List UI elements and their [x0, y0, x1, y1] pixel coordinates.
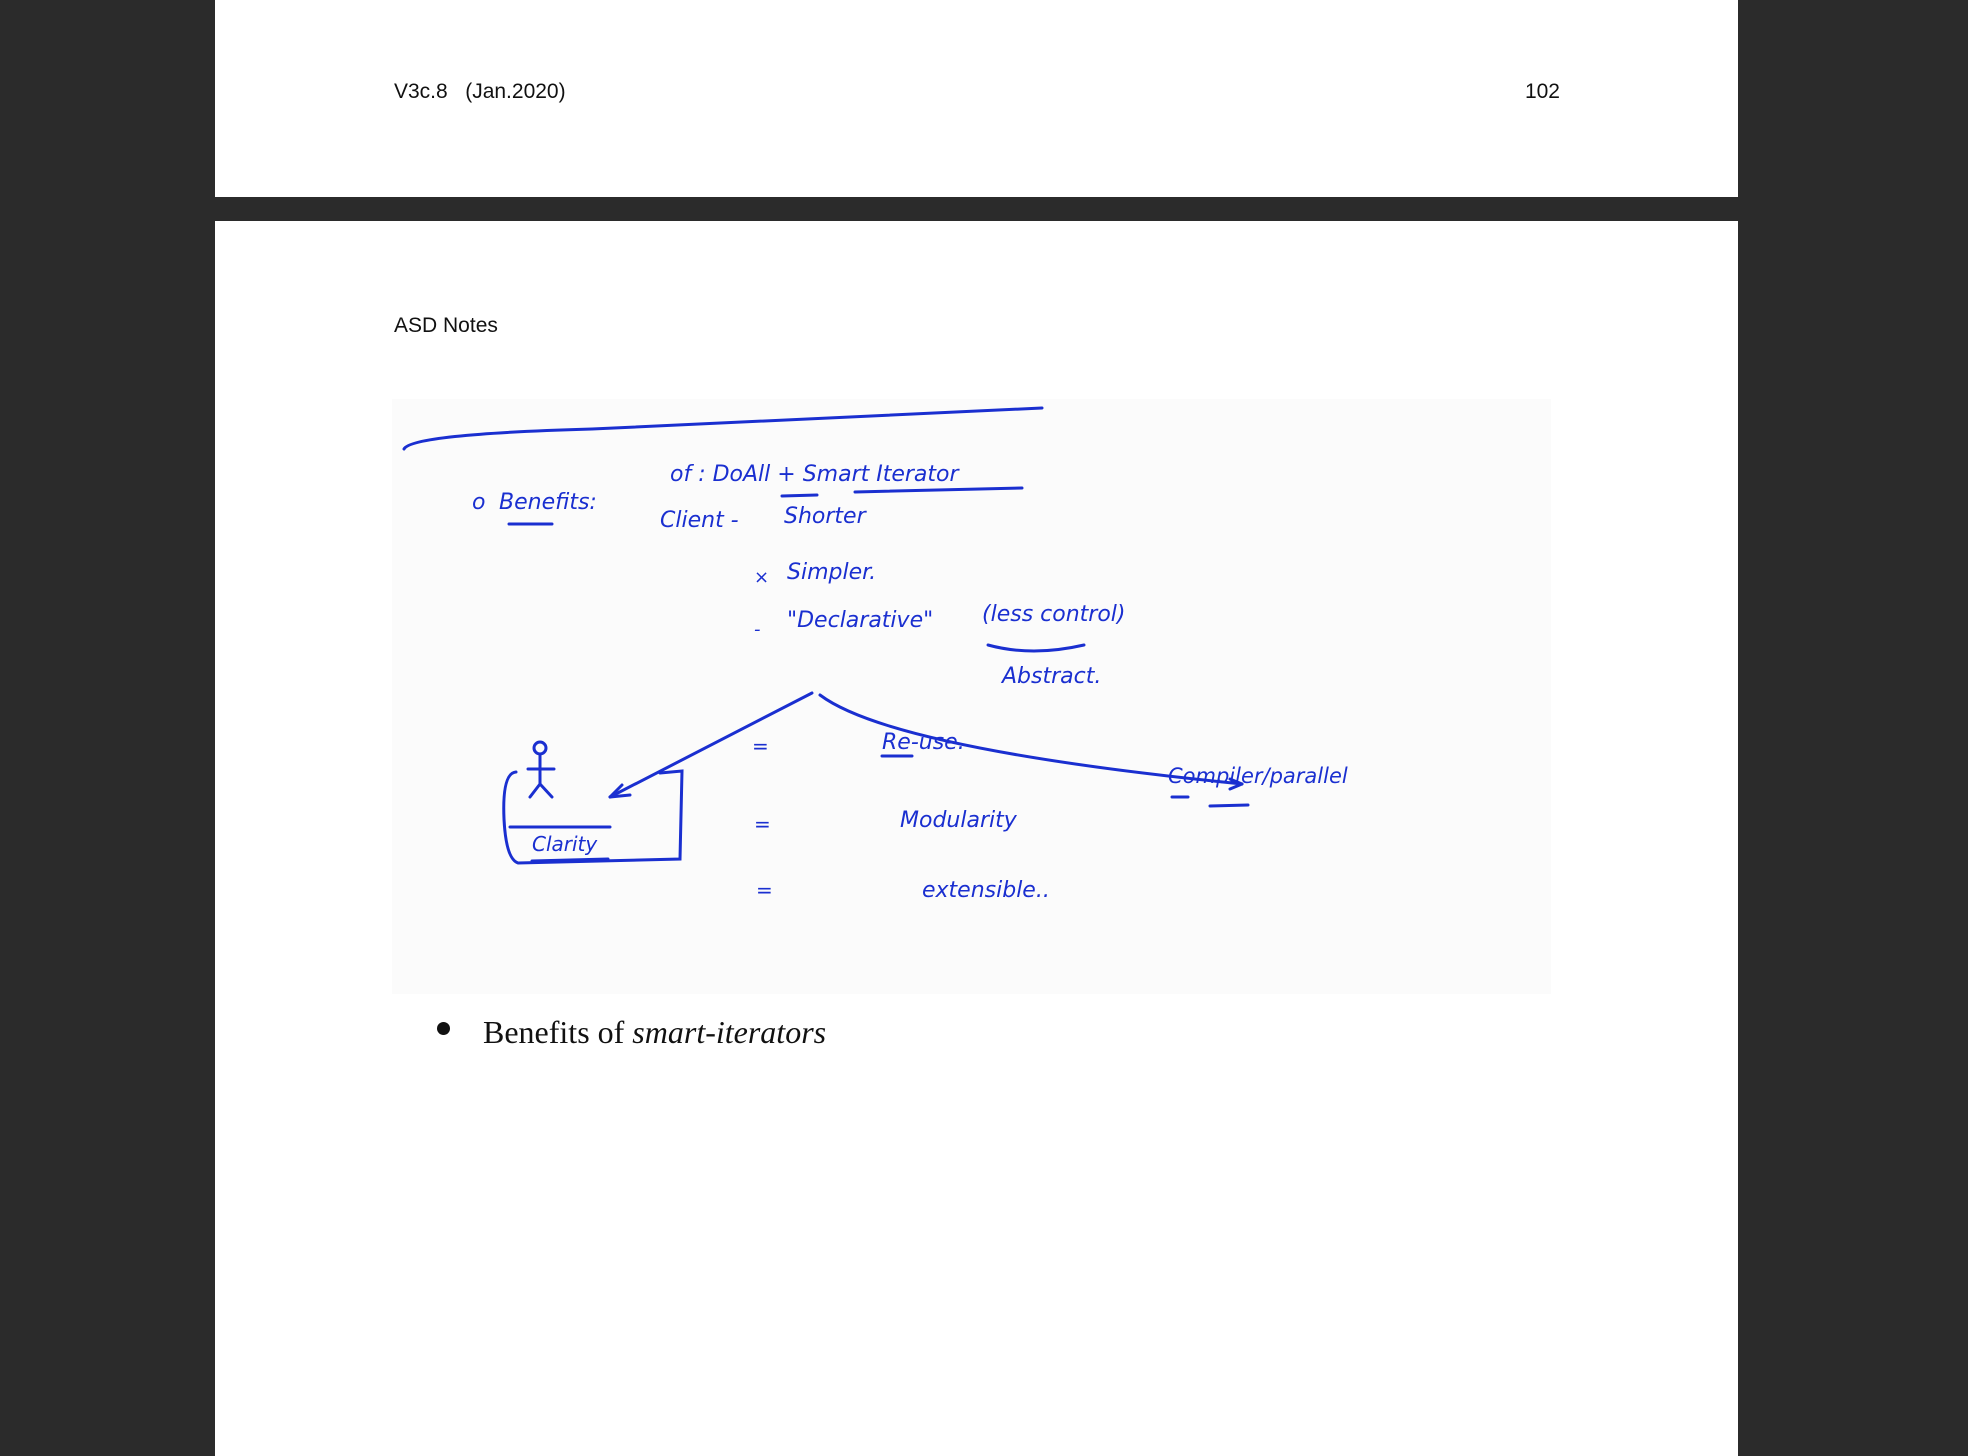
modularity-label: Modularity	[900, 808, 1018, 833]
bullet-emphasis: smart-iterators	[632, 1014, 827, 1050]
bullet-x: ×	[754, 567, 769, 588]
arrow-to-clarity	[608, 691, 814, 799]
previous-page-bottom: V3c.8 (Jan.2020) 102	[215, 0, 1738, 197]
underline-less-control	[986, 643, 1086, 653]
version-header: V3c.8 (Jan.2020)	[394, 80, 566, 103]
client-label: Client -	[660, 508, 739, 533]
abstract-label: Abstract.	[1000, 664, 1101, 689]
current-page: ASD Notes o Benefits: of: DoAll + Smart…	[215, 221, 1738, 1456]
clarity-label: Clarity	[532, 832, 598, 856]
line-doall-smart: of : DoAll + Smart Iterator	[670, 462, 961, 487]
reuse-label: Re-use.	[882, 730, 965, 755]
underline-doall	[780, 493, 819, 498]
declarative-label: "Declarative"	[787, 608, 933, 633]
less-control-label: (less control)	[982, 602, 1125, 627]
bullet-item: Benefits of smart-iterators	[437, 1014, 826, 1051]
bullet-dot	[437, 1022, 450, 1035]
underline-smart-iterator	[853, 486, 1024, 494]
underline-parallel	[1208, 803, 1250, 808]
doc-title: ASD Notes	[394, 314, 498, 337]
bullet-dash-1: -	[754, 619, 761, 640]
bullet-eq-3: =	[756, 878, 773, 902]
shorter-label: Shorter	[784, 504, 868, 529]
bullet-eq-2: =	[754, 812, 771, 836]
page-number: 102	[1524, 80, 1560, 103]
underline-clarity	[530, 857, 610, 863]
handwritten-sketch: o Benefits: of : DoAll + Smart Iterator …	[392, 399, 1551, 994]
benefits-label: Benefits:	[499, 490, 597, 515]
top-rule	[402, 406, 1044, 451]
simpler-label: Simpler.	[787, 560, 876, 585]
bullet-text: Benefits of	[483, 1014, 633, 1050]
compiler-parallel-label: Compiler/parallel	[1168, 764, 1348, 788]
extensible-label: extensible..	[922, 878, 1050, 903]
clarity-figure	[526, 752, 556, 799]
bullet-eq-1: =	[752, 734, 769, 758]
bullet-benefits: o	[472, 490, 485, 515]
